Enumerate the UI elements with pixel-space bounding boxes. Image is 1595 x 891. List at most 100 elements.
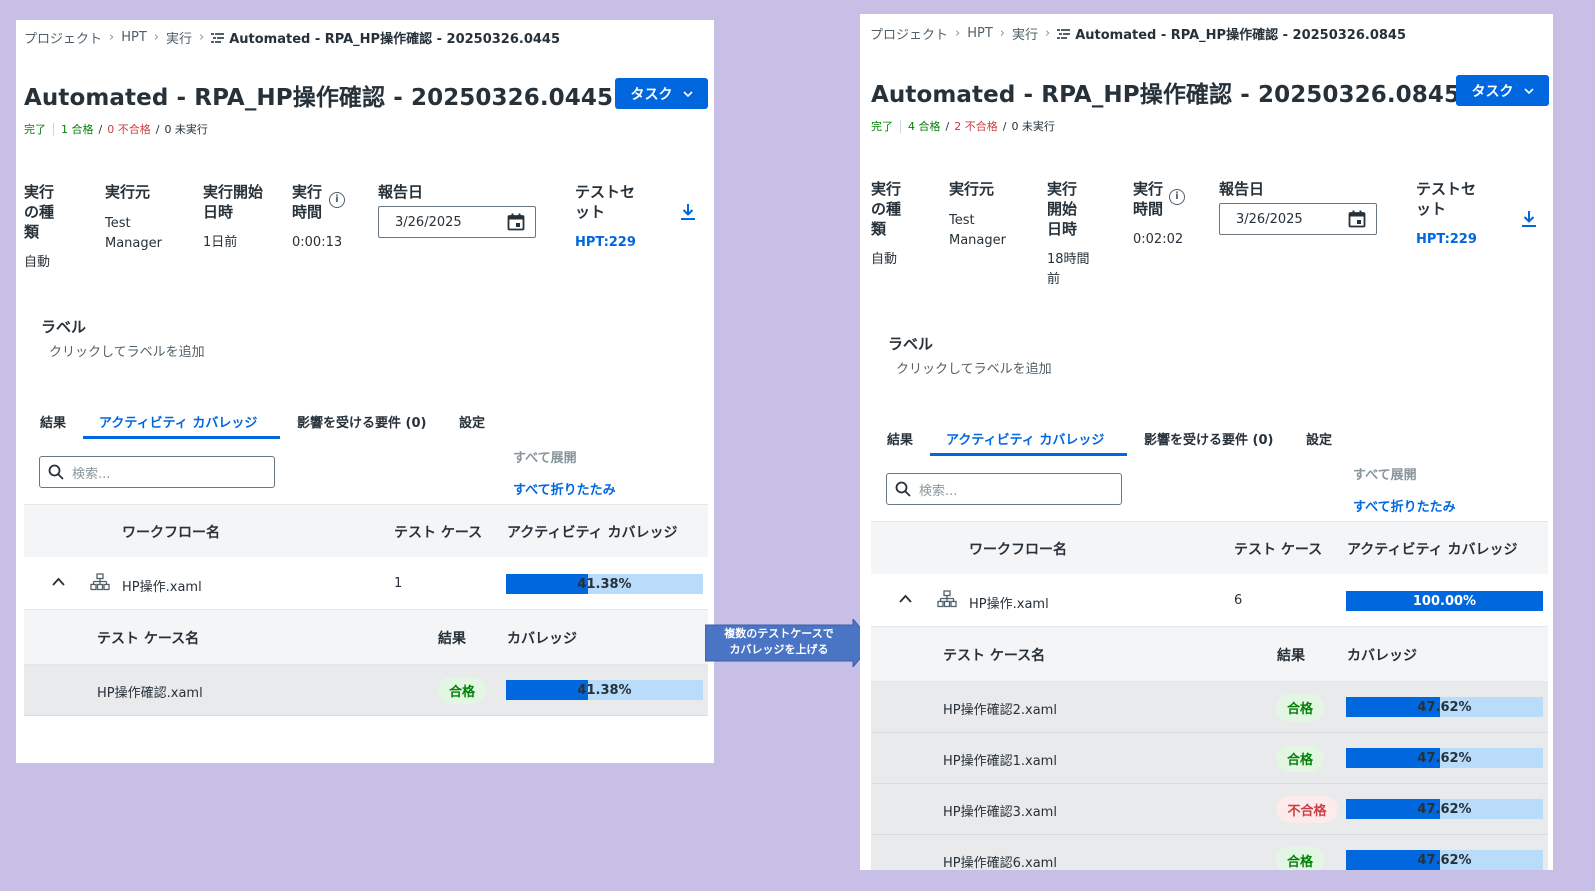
expand-all-link[interactable]: すべて展開 (1353, 464, 1417, 483)
tab-affected-requirements[interactable]: 影響を受ける要件 (0) (297, 412, 426, 431)
active-tab-indicator (930, 453, 1127, 456)
test-case-coverage-bar: 47.62% (1346, 799, 1543, 819)
download-icon[interactable] (680, 203, 696, 221)
tab-activity-coverage[interactable]: アクティビティ カバレッジ (946, 429, 1104, 448)
tab-affected-requirements[interactable]: 影響を受ける要件 (0) (1144, 429, 1273, 448)
tab-activity-coverage[interactable]: アクティビティ カバレッジ (99, 412, 257, 431)
coverage-label: 41.38% (577, 682, 632, 698)
labels-heading: ラベル (888, 335, 934, 353)
col-activity-coverage[interactable]: アクティビティ カバレッジ (507, 522, 678, 542)
status-badge: 不合格 (1276, 796, 1338, 823)
test-case-name[interactable]: HP操作確認3.xaml (943, 801, 1057, 820)
failed-count: 0 不合格 (107, 123, 151, 136)
report-date-input[interactable]: 3/26/2025 (378, 206, 536, 238)
test-case-name[interactable]: HP操作確認2.xaml (943, 699, 1057, 718)
breadcrumb-current: Automated - RPA_HP操作確認 - 20250326.0845 (1057, 24, 1406, 43)
coverage-label: 41.38% (577, 576, 632, 592)
col-test-case-name[interactable]: テスト ケース名 (943, 645, 1045, 665)
info-icon[interactable]: i (1169, 189, 1185, 205)
breadcrumb-hpt[interactable]: HPT (967, 26, 993, 41)
duration-label: 実行時間 (292, 183, 323, 221)
report-date-value: 3/26/2025 (1236, 211, 1303, 227)
col-result[interactable]: 結果 (1277, 645, 1305, 665)
report-date-label: 報告日 (1219, 180, 1265, 198)
report-date-label: 報告日 (378, 183, 424, 201)
tab-results[interactable]: 結果 (887, 429, 913, 448)
task-button[interactable]: タスク (1456, 75, 1549, 106)
search-icon (895, 481, 911, 497)
col-coverage[interactable]: カバレッジ (507, 628, 577, 648)
search-placeholder: 検索... (919, 483, 958, 499)
col-coverage[interactable]: カバレッジ (1347, 645, 1417, 665)
report-date-input[interactable]: 3/26/2025 (1219, 203, 1377, 235)
status-badge: 合格 (438, 677, 486, 704)
collapse-all-link[interactable]: すべて折りたたみ (1353, 496, 1456, 515)
test-case-name[interactable]: HP操作確認.xaml (97, 682, 203, 701)
coverage-label: 47.62% (1417, 750, 1472, 766)
test-run-icon (1057, 28, 1071, 39)
col-test-case-name[interactable]: テスト ケース名 (97, 628, 199, 648)
page-title: Automated - RPA_HP操作確認 - 20250326.0845 (871, 82, 1461, 108)
run-source-value: Test Manager (949, 213, 1006, 248)
breadcrumb: プロジェクト › HPT › 実行 › Automated - RPA_HP操作… (24, 28, 560, 47)
breadcrumb-current: Automated - RPA_HP操作確認 - 20250326.0445 (211, 28, 560, 47)
tab-settings[interactable]: 設定 (459, 412, 485, 431)
status-badge: 合格 (1276, 694, 1324, 721)
failed-count: 2 不合格 (954, 120, 998, 133)
calendar-icon[interactable] (1348, 210, 1366, 228)
separator: / (98, 122, 103, 136)
task-button-label: タスク (1471, 83, 1514, 100)
duration-label: 実行時間 (1133, 180, 1164, 218)
breadcrumb-run[interactable]: 実行 (1012, 24, 1038, 43)
calendar-icon[interactable] (507, 213, 525, 231)
chevron-down-icon (1523, 87, 1534, 94)
status-badge-label: 合格 (1286, 753, 1313, 768)
test-case-coverage-bar: 47.62% (1346, 697, 1543, 717)
labels-heading: ラベル (41, 318, 87, 336)
separator: / (155, 122, 160, 136)
breadcrumb-project[interactable]: プロジェクト (870, 24, 948, 43)
duration-value: 0:00:13 (292, 235, 343, 250)
duration-value: 0:02:02 (1133, 232, 1184, 247)
divider (900, 119, 901, 133)
status-badge-label: 合格 (448, 685, 475, 700)
col-workflow-name[interactable]: ワークフロー名 (122, 522, 220, 542)
search-input[interactable]: 検索... (886, 473, 1122, 505)
breadcrumb-hpt[interactable]: HPT (121, 30, 147, 45)
breadcrumb-run[interactable]: 実行 (166, 28, 192, 47)
col-test-cases[interactable]: テスト ケース (394, 522, 482, 542)
col-test-cases[interactable]: テスト ケース (1234, 539, 1322, 559)
search-input[interactable]: 検索... (39, 456, 275, 488)
test-set-link[interactable]: HPT:229 (1416, 232, 1477, 247)
search-placeholder: 検索... (72, 466, 111, 482)
page-title: Automated - RPA_HP操作確認 - 20250326.0445 (24, 85, 614, 111)
status-badge-label: 不合格 (1287, 804, 1327, 819)
col-result[interactable]: 結果 (438, 628, 466, 648)
chevron-up-icon[interactable] (899, 594, 912, 603)
workflow-icon (937, 590, 957, 608)
expand-all-link[interactable]: すべて展開 (513, 447, 577, 466)
test-case-name[interactable]: HP操作確認1.xaml (943, 750, 1057, 769)
test-set-link[interactable]: HPT:229 (575, 235, 636, 250)
breadcrumb-project[interactable]: プロジェクト (24, 28, 102, 47)
active-tab-indicator (83, 436, 280, 439)
add-label-hint[interactable]: クリックしてラベルを追加 (49, 341, 205, 360)
chevron-up-icon[interactable] (52, 577, 65, 586)
start-time-value: 1日前 (203, 235, 238, 250)
col-activity-coverage[interactable]: アクティビティ カバレッジ (1347, 539, 1518, 559)
run-source-label: 実行元 (949, 180, 995, 198)
tab-settings[interactable]: 設定 (1306, 429, 1332, 448)
callout-line-2: カバレッジを上げる (729, 643, 829, 656)
col-workflow-name[interactable]: ワークフロー名 (969, 539, 1067, 559)
passed-count: 1 合格 (61, 123, 94, 136)
right-run-panel: プロジェクト › HPT › 実行 › Automated - RPA_HP操作… (860, 14, 1553, 870)
download-icon[interactable] (1521, 210, 1537, 228)
add-label-hint[interactable]: クリックしてラベルを追加 (896, 358, 1052, 377)
task-button[interactable]: タスク (615, 78, 708, 109)
info-icon[interactable]: i (329, 192, 345, 208)
test-case-name[interactable]: HP操作確認6.xaml (943, 852, 1057, 870)
tab-results[interactable]: 結果 (40, 412, 66, 431)
test-case-coverage-bar: 47.62% (1346, 850, 1543, 870)
collapse-all-link[interactable]: すべて折りたたみ (513, 479, 616, 498)
test-case-coverage-bar: 47.62% (1346, 748, 1543, 768)
